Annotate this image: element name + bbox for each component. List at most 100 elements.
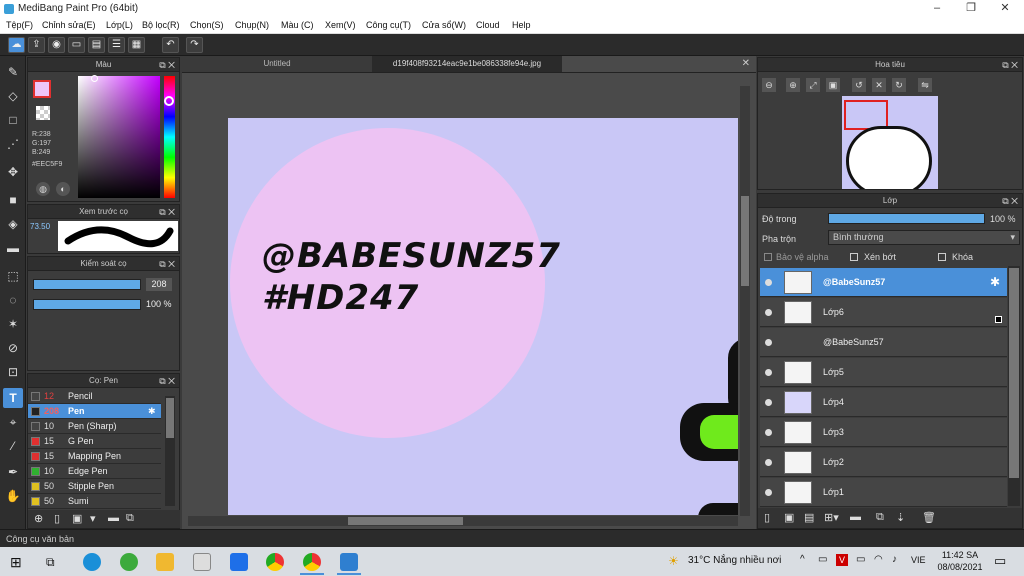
new-halftone-icon[interactable]: ▤	[804, 511, 814, 524]
layer-row[interactable]: Lớp4	[760, 388, 1007, 417]
vertical-scrollbar[interactable]	[740, 86, 750, 516]
menu-window[interactable]: Cửa sổ(W)	[422, 17, 466, 34]
menu-file[interactable]: Tệp(F)	[6, 17, 33, 34]
app-icon-green[interactable]	[120, 553, 138, 571]
brush-list-scrollbar[interactable]	[165, 396, 175, 506]
chrome-icon[interactable]	[266, 553, 284, 571]
close-icon[interactable]: ⧉ ✕	[159, 205, 175, 219]
bucket-tool-icon[interactable]: ◈	[3, 214, 23, 234]
zoom-out-icon[interactable]: ⊖	[762, 78, 776, 92]
network-icon[interactable]: ▭	[856, 554, 865, 565]
actual-size-icon[interactable]: ▣	[826, 78, 840, 92]
rotate-right-icon[interactable]: ↻	[892, 78, 906, 92]
close-button[interactable]: ✕	[988, 0, 1022, 17]
brush-item[interactable]: 12 Pencil	[28, 389, 161, 404]
clock[interactable]: 11:42 SA 08/08/2021	[936, 549, 984, 573]
brush-item[interactable]: 15 Mapping Pen	[28, 449, 161, 464]
brush-tool-icon[interactable]: ✎	[3, 62, 23, 82]
reset-rotate-icon[interactable]: ✕	[872, 78, 886, 92]
menu-select[interactable]: Chọn(S)	[190, 17, 224, 34]
menu-capture[interactable]: Chụp(N)	[235, 17, 269, 34]
drawing-canvas[interactable]: @BABESUNZ57 #HD247	[228, 118, 738, 515]
grid-icon[interactable]: ▦	[128, 37, 145, 53]
folder-icon[interactable]: ▬	[850, 511, 861, 523]
brush-item-selected[interactable]: 208 Pen ✱	[28, 404, 161, 419]
edge-icon[interactable]	[83, 553, 101, 571]
duplicate-layer-icon[interactable]: ⧉	[876, 511, 884, 524]
visibility-icon[interactable]	[765, 279, 772, 286]
close-icon[interactable]: ⧉ ✕	[1002, 194, 1018, 208]
brush-size-slider[interactable]	[33, 279, 141, 290]
weather-text[interactable]: 31°C Nắng nhiều nơi	[688, 555, 781, 566]
chevron-up-icon[interactable]: ^	[800, 554, 805, 565]
language-indicator[interactable]: VIE	[911, 555, 926, 565]
list-icon[interactable]: ☰	[108, 37, 125, 53]
close-icon[interactable]: ⧉ ✕	[1002, 58, 1018, 72]
undo-icon[interactable]: ↶	[162, 37, 179, 53]
hand-tool-icon[interactable]: ✋	[3, 486, 23, 506]
tab-file[interactable]: d19f408f93214eac9e1be086338fe94e.jpg	[372, 56, 562, 72]
visibility-icon[interactable]	[765, 369, 772, 376]
brush-item[interactable]: 15 G Pen	[28, 434, 161, 449]
visibility-icon[interactable]	[765, 459, 772, 466]
redo-icon[interactable]: ↷	[186, 37, 203, 53]
layer-menu-icon[interactable]: ⊞▾	[824, 511, 839, 524]
file-explorer-icon[interactable]	[156, 553, 174, 571]
layer-row[interactable]: Lớp6	[760, 298, 1007, 327]
minimize-button[interactable]: –	[920, 0, 954, 17]
gear-icon[interactable]: ✱	[990, 275, 1000, 289]
brush-menu-icon[interactable]: ▾	[90, 512, 96, 525]
new-icon[interactable]: ▯	[54, 512, 60, 525]
picker-cursor[interactable]	[91, 75, 98, 82]
task-view-icon[interactable]: ⧉	[46, 555, 55, 570]
visibility-icon[interactable]	[765, 309, 772, 316]
text-tool-icon[interactable]: T	[3, 388, 23, 408]
horizontal-scrollbar[interactable]	[188, 516, 738, 526]
operation-tool-icon[interactable]: ⌖	[3, 412, 23, 432]
trash-icon[interactable]: 🗑	[922, 511, 936, 524]
layers-scrollbar[interactable]	[1008, 266, 1020, 506]
add-brush-icon[interactable]: ⊕	[34, 512, 43, 525]
layer-row[interactable]: Lớp5	[760, 358, 1007, 387]
fit-icon[interactable]: ⤢	[806, 78, 820, 92]
menu-view[interactable]: Xem(V)	[325, 17, 356, 34]
comment-icon[interactable]: ▭	[68, 37, 85, 53]
menu-tools[interactable]: Công cụ(T)	[366, 17, 411, 34]
layer-row-selected[interactable]: @BabeSunz57 ✱	[760, 268, 1007, 297]
new-layer-icon[interactable]: ▯	[764, 511, 770, 524]
document-icon[interactable]: ▤	[88, 37, 105, 53]
visibility-icon[interactable]	[765, 399, 772, 406]
merge-layer-icon[interactable]: ⇣	[896, 511, 905, 524]
hue-cursor[interactable]	[164, 96, 174, 106]
tray-icon[interactable]: ▭	[818, 554, 827, 565]
folder-icon[interactable]: ▬	[108, 512, 119, 524]
fill-rect-tool-icon[interactable]: ■	[3, 190, 23, 210]
color-history-icon[interactable]: ◐	[56, 182, 70, 196]
menu-color[interactable]: Màu (C)	[281, 17, 314, 34]
zoom-in-icon[interactable]: ⊕	[786, 78, 800, 92]
copy-icon[interactable]: ▣	[72, 512, 82, 525]
brush-item[interactable]: 50 Stipple Pen	[28, 479, 161, 494]
zalo-icon[interactable]	[230, 553, 248, 571]
layer-row[interactable]: Lớp1	[760, 478, 1007, 507]
select-rect-tool-icon[interactable]: ⬚	[3, 266, 23, 286]
primary-color-swatch[interactable]	[33, 80, 51, 98]
lasso-tool-icon[interactable]: ◌	[3, 290, 23, 310]
protect-alpha-checkbox[interactable]	[764, 253, 772, 261]
duplicate-icon[interactable]: ⧉	[126, 512, 134, 525]
rectangle-tool-icon[interactable]: □	[3, 110, 23, 130]
dropper-tool-icon[interactable]: ✒	[3, 462, 23, 482]
brush-item[interactable]: 10 Edge Pen	[28, 464, 161, 479]
brush-item[interactable]: 10 Pen (Sharp)	[28, 419, 161, 434]
layer-row[interactable]: Lớp2	[760, 448, 1007, 477]
clipping-checkbox[interactable]	[850, 253, 858, 261]
menu-cloud[interactable]: Cloud	[476, 17, 500, 34]
saturation-picker[interactable]	[78, 76, 160, 198]
gradient-tool-icon[interactable]: ▬	[3, 238, 23, 258]
flip-icon[interactable]: ⇋	[918, 78, 932, 92]
brush-opacity-slider[interactable]	[33, 299, 141, 310]
rotate-left-icon[interactable]: ↺	[852, 78, 866, 92]
cloud-icon[interactable]: ☁	[8, 37, 25, 53]
app-icon-satellite[interactable]	[193, 553, 211, 571]
new-layer-8bit-icon[interactable]: ▣	[784, 511, 794, 524]
